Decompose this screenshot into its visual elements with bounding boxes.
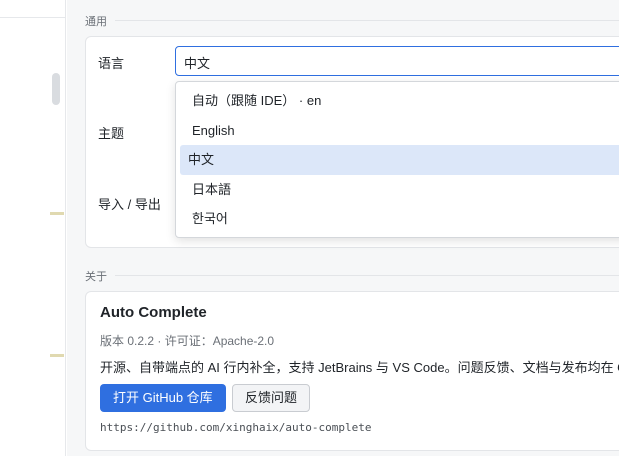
import-export-label: 导入 / 导出 xyxy=(98,197,161,212)
sidebar-scrollbar[interactable] xyxy=(52,73,60,105)
section-divider xyxy=(115,275,619,276)
language-option-korean[interactable]: 한국어 xyxy=(180,204,619,234)
language-option-auto[interactable]: 自动（跟随 IDE） · en xyxy=(180,86,619,116)
section-title-about: 关于 xyxy=(85,271,107,283)
about-title: Auto Complete xyxy=(100,304,207,321)
section-title-general: 通用 xyxy=(85,16,107,28)
language-option-japanese[interactable]: 日本語 xyxy=(180,175,619,205)
sidebar-divider xyxy=(0,17,66,18)
language-dropdown: 自动（跟随 IDE） · en English 中文 日本語 한국어 xyxy=(175,81,619,238)
theme-label: 主题 xyxy=(98,126,125,141)
language-option-chinese[interactable]: 中文 xyxy=(180,145,619,175)
language-select[interactable]: 中文 xyxy=(175,46,619,76)
sidebar-marker xyxy=(50,212,64,215)
language-select-value: 中文 xyxy=(184,56,211,71)
language-label: 语言 xyxy=(98,56,125,71)
repo-url[interactable]: https://github.com/xinghaix/auto-complet… xyxy=(100,421,372,434)
sidebar-marker xyxy=(50,354,64,357)
section-divider xyxy=(115,20,619,21)
language-option-english[interactable]: English xyxy=(180,116,619,146)
open-github-button[interactable]: 打开 GitHub 仓库 xyxy=(100,384,226,412)
feedback-button[interactable]: 反馈问题 xyxy=(232,384,311,412)
about-description: 开源、自带端点的 AI 行内补全，支持 JetBrains 与 VS Code。… xyxy=(100,360,619,375)
sidebar xyxy=(0,0,66,456)
about-version-license: 版本 0.2.2 · 许可证：Apache-2.0 xyxy=(100,334,275,348)
